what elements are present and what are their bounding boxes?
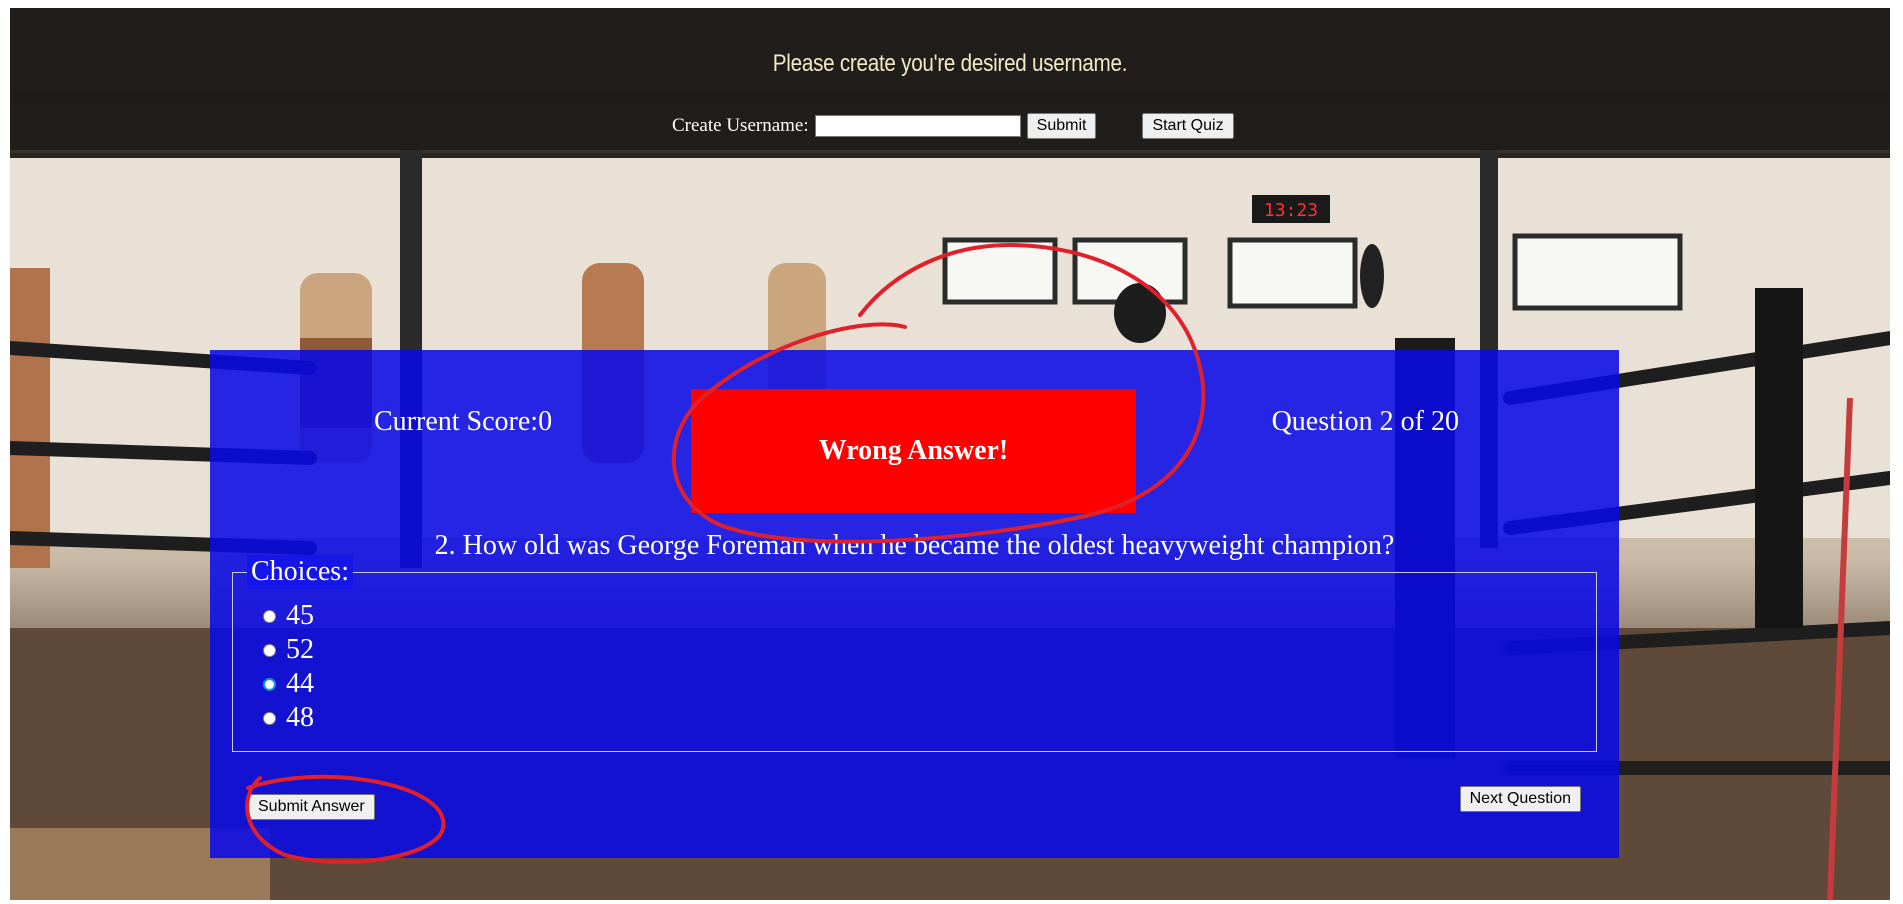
username-label: Create Username: <box>672 115 809 136</box>
choice-radio[interactable] <box>263 711 276 725</box>
choice-option[interactable]: 44 <box>263 667 314 701</box>
submit-answer-button[interactable]: Submit Answer <box>248 794 375 820</box>
choices-legend: Choices: <box>247 555 353 589</box>
choice-label: 45 <box>286 600 314 631</box>
page-title: Please create you're desired username. <box>772 50 1128 77</box>
start-quiz-button[interactable]: Start Quiz <box>1142 113 1234 139</box>
choice-option[interactable]: 45 <box>263 599 314 633</box>
wall-clock-digits: 13:23 <box>1264 200 1318 221</box>
question-counter: Question 2 of 20 <box>1271 406 1459 437</box>
question-text: 2. How old was George Foreman when he be… <box>434 530 1395 561</box>
current-score: Current Score:0 <box>374 406 553 437</box>
quiz-panel: Current Score:0 Wrong Answer! Question 2… <box>210 350 1619 858</box>
choice-option[interactable]: 48 <box>263 701 314 735</box>
choice-radio[interactable] <box>263 609 276 623</box>
username-header: Please create you're desired username. C… <box>10 8 1890 150</box>
choice-label: 44 <box>286 668 314 699</box>
next-question-button[interactable]: Next Question <box>1459 786 1581 812</box>
choice-label: 52 <box>286 634 314 665</box>
choice-radio[interactable] <box>263 643 276 657</box>
username-input[interactable] <box>814 115 1021 137</box>
username-submit-button[interactable]: Submit <box>1026 113 1097 139</box>
choice-option[interactable]: 52 <box>263 633 314 667</box>
choice-radio-selected[interactable] <box>263 677 276 691</box>
choices-fieldset: Choices: 45 52 44 48 <box>232 555 1597 752</box>
choice-label: 48 <box>286 702 314 733</box>
username-form: Create Username: Submit Start Quiz <box>672 112 1234 140</box>
answer-feedback-banner: Wrong Answer! <box>691 389 1136 513</box>
